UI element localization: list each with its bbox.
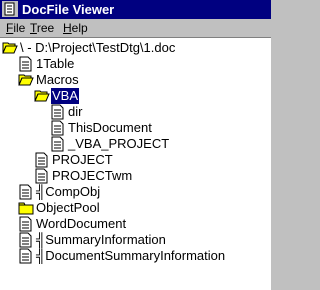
window-title: DocFile Viewer: [22, 2, 115, 17]
closed-folder-icon: [18, 202, 34, 215]
docfile-viewer-window: DocFile Viewer File Tree Help \ - D:\Pro…: [0, 0, 271, 290]
document-icon: [51, 104, 64, 120]
menu-help-mnemonic: H: [63, 21, 72, 35]
tree-node-label: _VBA_PROJECT: [68, 136, 170, 151]
menu-tree-mnemonic: T: [30, 21, 37, 35]
open-folder-icon: [18, 74, 34, 86]
document-icon: [19, 248, 32, 264]
app-icon[interactable]: [2, 1, 18, 17]
document-icon: [19, 216, 32, 232]
menu-file-label: ile: [13, 21, 26, 35]
tree-node-label: Macros: [36, 72, 79, 87]
tree-node-label: ╣SummaryInformation: [36, 232, 166, 247]
tree-node-label: ╣DocumentSummaryInformation: [36, 248, 226, 263]
document-icon: [35, 152, 48, 168]
menu-file[interactable]: File: [6, 20, 25, 36]
document-icon: [51, 136, 64, 152]
tree-node-label: PROJECT: [52, 152, 113, 167]
open-folder-icon: [34, 90, 50, 102]
document-icon: [19, 184, 32, 200]
title-bar[interactable]: DocFile Viewer: [0, 0, 271, 19]
open-folder-icon: [2, 42, 18, 54]
menu-help-label: elp: [71, 21, 88, 35]
tree-node-label: WordDocument: [36, 216, 127, 231]
tree-node-label: ThisDocument: [68, 120, 152, 135]
menu-bar: File Tree Help: [0, 19, 271, 38]
menu-help[interactable]: Help: [63, 20, 88, 36]
menu-tree[interactable]: Tree: [30, 20, 54, 36]
document-icon: [19, 56, 32, 72]
menu-tree-label: ree: [36, 21, 55, 35]
tree-view[interactable]: \ - D:\Project\TestDtg\1.doc 1Table Macr…: [0, 38, 271, 290]
document-icon: [19, 232, 32, 248]
tree-node-label: VBA: [51, 88, 80, 104]
document-icon: [51, 120, 64, 136]
tree-node-label: \ - D:\Project\TestDtg\1.doc: [20, 40, 176, 55]
tree-node-label: dir: [68, 104, 83, 119]
tree-node-label: PROJECTwm: [52, 168, 133, 183]
tree-node-label: ObjectPool: [36, 200, 100, 215]
document-icon: [35, 168, 48, 184]
tree-node-label: 1Table: [36, 56, 75, 71]
tree-node-label: ╣CompObj: [36, 184, 101, 199]
